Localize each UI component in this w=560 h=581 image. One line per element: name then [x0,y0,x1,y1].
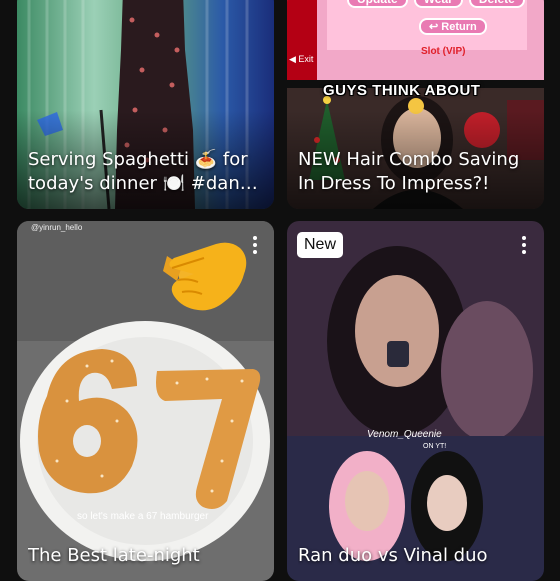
overlay-exit-text: Exit [298,54,314,64]
overlay-exit-label: ◀ Exit [289,54,314,64]
overlay-return-button: ↩ Return [419,18,487,35]
short-card-dress-to-impress[interactable]: Update Wear Delete ↩ Return ◀ Exit Slot … [287,0,544,209]
overlay-buttons: Update Wear Delete [347,0,525,8]
video-title[interactable]: The Best late-night [28,544,264,568]
video-caption: so let's make a 67 hamburger [77,511,209,522]
video-title[interactable]: NEW Hair Combo Saving In Dress To Impres… [298,148,534,196]
short-card-ran-duo[interactable]: Venom_Queenie ON YT! Ran duo vs Vinal du… [287,221,544,581]
creator-watermark-sub: ON YT! [423,443,447,450]
more-options-button[interactable] [514,232,534,258]
more-vert-icon [253,236,257,254]
thumbnail-ran-duo [287,221,544,581]
overlay-slot-label: Slot (VIP) [421,46,466,57]
overlay-banner: GUYS THINK ABOUT [323,82,481,99]
overlay-delete-button: Delete [468,0,525,8]
new-badge: New [297,232,344,258]
overlay-update-button: Update [347,0,408,8]
pointing-hand-icon [169,242,247,311]
creator-watermark: Venom_Queenie [367,429,442,440]
short-card-spaghetti[interactable]: Serving Spaghetti 🍝 for today's dinner 🍽… [17,0,274,209]
overlay-return-label: Return [441,21,477,33]
creator-watermark: @yinrun_hello [31,223,83,232]
video-title[interactable]: Serving Spaghetti 🍝 for today's dinner 🍽… [28,148,264,196]
video-title[interactable]: Ran duo vs Vinal duo [298,544,534,568]
overlay-wear-button: Wear [413,0,463,8]
more-vert-icon [522,236,526,254]
